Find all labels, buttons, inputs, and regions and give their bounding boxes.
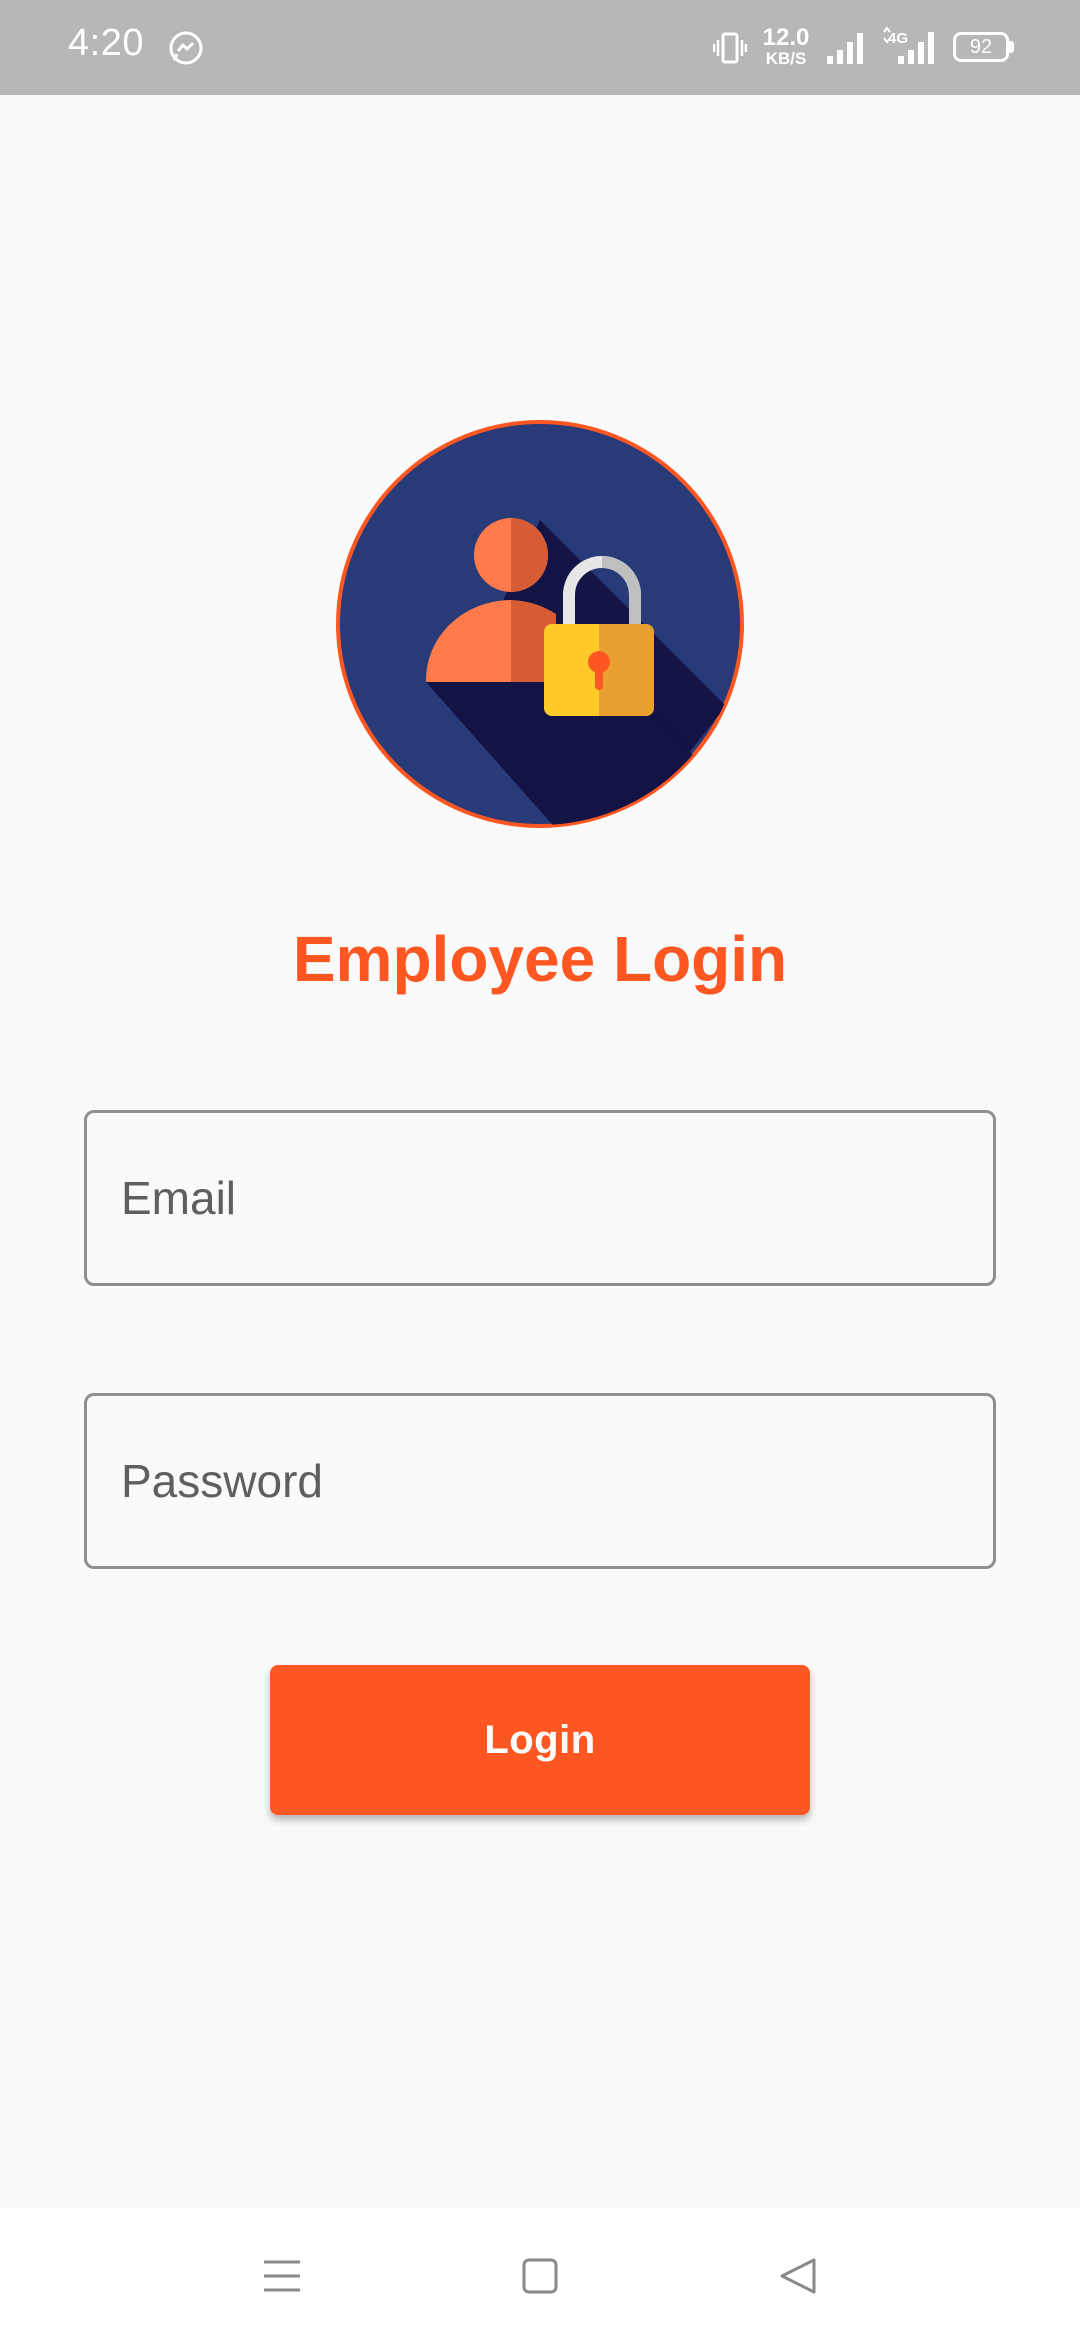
signal-icon [827,33,863,64]
vibrate-icon [713,32,747,64]
menu-icon[interactable] [260,2254,304,2298]
network-type: 4G [888,30,909,47]
status-bar: 4:20 12.0 KB/S 4G 92 [0,0,1080,95]
messenger-icon [169,31,203,65]
back-icon[interactable] [776,2254,820,2298]
net-speed: 12.0 KB/S [760,24,812,68]
battery-icon: 92 [953,32,1009,62]
net-speed-value: 12.0 [762,24,810,51]
net-speed-unit: KB/S [765,49,807,68]
password-placeholder: Password [121,1455,323,1507]
login-button[interactable]: Login [270,1665,810,1815]
email-field[interactable]: Email [84,1110,996,1286]
password-field[interactable]: Password [84,1393,996,1569]
nav-bar [0,2208,1080,2340]
battery-tip [1009,41,1014,53]
status-time: 4:20 [68,22,144,64]
page-title: Employee Login [292,923,788,995]
user-lock-icon [336,420,744,828]
email-placeholder: Email [121,1172,237,1224]
home-icon[interactable] [518,2254,562,2298]
